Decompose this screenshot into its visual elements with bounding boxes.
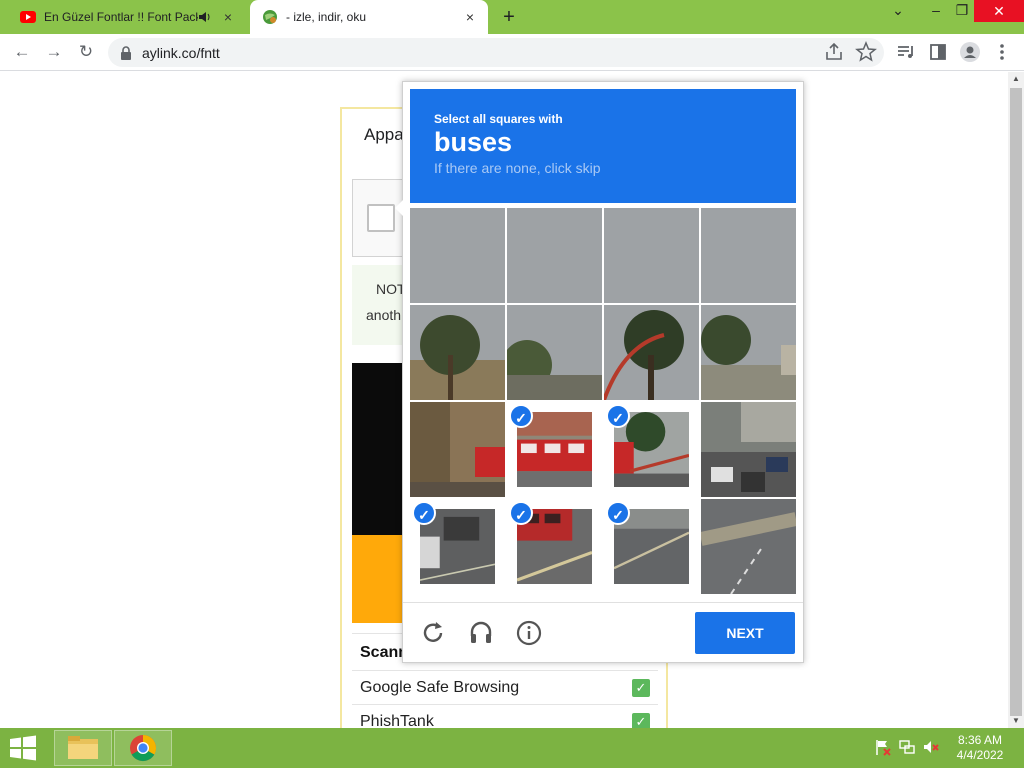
network-icon[interactable] [898,738,916,756]
forward-button[interactable]: → [42,40,66,64]
notice-line-2: anoth [366,307,402,323]
popup-caret [395,200,403,216]
selected-check-icon: ✓ [606,501,630,525]
address-bar[interactable]: aylink.co/fntt [108,38,884,67]
file-explorer-taskbar-button[interactable] [54,730,112,766]
audio-icon[interactable] [198,10,212,24]
captcha-tile[interactable]: ✓ [507,499,602,594]
info-icon[interactable] [515,619,543,647]
minimize-button[interactable]: – [922,2,950,18]
captcha-tile[interactable] [701,499,796,594]
url-text[interactable]: aylink.co/fntt [142,45,220,61]
check-icon: ✓ [632,713,650,728]
scroll-down-arrow[interactable]: ▼ [1008,714,1024,728]
captcha-tile-image [701,499,796,594]
tab-strip: En Güzel Fontlar !! Font Pack × - izle, … [0,0,1024,34]
tab-title: - izle, indir, oku [286,10,367,24]
recaptcha-checkbox[interactable] [367,204,395,232]
captcha-footer: NEXT [403,602,803,662]
restore-button[interactable]: ❐ [948,2,976,19]
captcha-tile[interactable]: ✓ [410,499,505,594]
youtube-icon [20,11,36,23]
card-title: Appa [364,125,404,144]
captcha-target: buses [434,127,513,157]
tab-title: En Güzel Fontlar !! Font Pack [44,10,198,24]
tab-close-button[interactable]: × [218,9,238,25]
windows-start-icon[interactable] [8,734,38,762]
back-button[interactable]: ← [10,40,34,64]
selected-check-icon: ✓ [509,404,533,428]
reload-challenge-icon[interactable] [419,619,447,647]
scan-label: PhishTank [360,713,434,728]
captcha-challenge: Select all squares with buses If there a… [395,81,804,663]
selected-check-icon: ✓ [509,501,533,525]
chrome-taskbar-button[interactable] [114,730,172,766]
captcha-tile-image [604,208,699,303]
captcha-tile[interactable] [604,208,699,303]
check-icon: ✓ [632,679,650,697]
scroll-thumb[interactable] [1010,88,1022,716]
captcha-hint: If there are none, click skip [434,160,601,176]
selected-check-icon: ✓ [412,501,436,525]
windows-taskbar: 8:36 AM 4/4/2022 [0,728,1024,768]
captcha-instruction: Select all squares with [434,112,563,126]
scan-header: Scann [360,644,409,661]
scroll-up-arrow[interactable]: ▲ [1008,72,1024,86]
captcha-tile-image [410,305,505,400]
menu-kebab-icon[interactable] [990,40,1014,64]
captcha-tile-image [604,305,699,400]
profile-avatar-icon[interactable] [958,40,982,64]
action-center-flag-icon[interactable] [874,738,892,756]
captcha-tile-image [410,208,505,303]
bookmark-star-icon[interactable] [854,40,878,64]
captcha-tile[interactable] [701,208,796,303]
chrome-icon [130,735,157,762]
captcha-tile-image [701,305,796,400]
captcha-header: Select all squares with buses If there a… [410,89,796,203]
tab-search-button[interactable]: ⌄ [884,2,912,19]
captcha-tile[interactable] [410,305,505,400]
globe-icon [263,10,277,24]
captcha-tile[interactable]: ✓ [604,499,699,594]
captcha-tile-image [507,305,602,400]
reload-button[interactable]: ↻ [74,40,98,64]
next-button[interactable]: NEXT [695,612,795,654]
selected-check-icon: ✓ [606,404,630,428]
captcha-tile[interactable] [507,208,602,303]
audio-challenge-icon[interactable] [467,619,495,647]
lock-icon[interactable] [120,45,132,60]
captcha-tile[interactable] [507,305,602,400]
page-viewport: Appa NOT anoth Scann Google Safe Browsin… [0,72,1008,728]
captcha-tile[interactable] [410,402,505,497]
captcha-tile[interactable] [410,208,505,303]
captcha-tile-image [701,208,796,303]
scan-row: PhishTank ✓ [352,704,658,728]
new-tab-button[interactable]: + [498,6,520,29]
share-icon[interactable] [822,40,846,64]
captcha-image-grid: ✓ ✓ ✓ ✓ ✓ [410,208,797,595]
volume-muted-icon[interactable] [922,738,940,756]
clock-date: 4/4/2022 [956,748,1004,762]
captcha-tile[interactable]: ✓ [507,402,602,497]
captcha-tile-image [410,402,505,497]
clock-time: 8:36 AM [957,733,1003,747]
captcha-tile-image [507,208,602,303]
media-control-icon[interactable] [894,40,918,64]
side-panel-icon[interactable] [926,40,950,64]
tab-izle[interactable]: - izle, indir, oku × [250,0,488,34]
captcha-tile[interactable] [701,305,796,400]
scan-row: Google Safe Browsing ✓ [352,670,658,704]
captcha-tile[interactable] [604,305,699,400]
tab-close-button[interactable]: × [460,9,480,25]
captcha-tile[interactable]: ✓ [604,402,699,497]
captcha-tile-image [701,402,796,497]
system-clock[interactable]: 8:36 AM 4/4/2022 [950,733,1010,763]
captcha-tile[interactable] [701,402,796,497]
scan-label: Google Safe Browsing [360,679,520,696]
close-window-button[interactable]: ✕ [974,0,1024,22]
page-scrollbar[interactable]: ▲ ▼ [1008,72,1024,728]
folder-icon [68,736,98,759]
tab-fontlar[interactable]: En Güzel Fontlar !! Font Pack × [8,0,246,34]
browser-toolbar: ← → ↻ aylink.co/fntt [0,34,1024,71]
